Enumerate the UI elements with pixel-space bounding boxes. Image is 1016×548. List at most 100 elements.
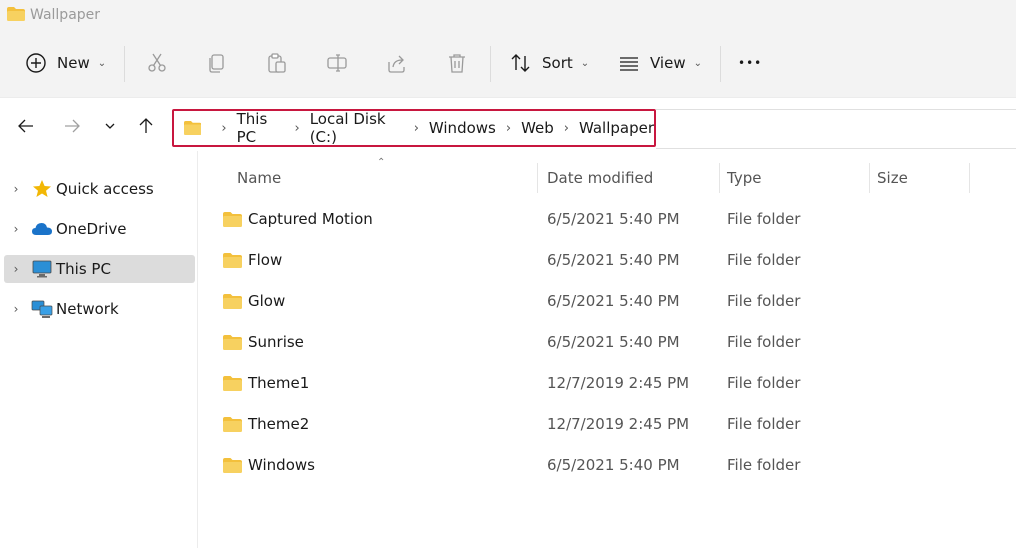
chevron-right-icon[interactable]: › — [414, 121, 419, 136]
chevron-down-icon — [105, 123, 115, 129]
table-row[interactable]: Flow 6/5/2021 5:40 PM File folder — [221, 247, 981, 275]
chevron-down-icon: ⌄ — [693, 57, 702, 69]
file-date-modified: 6/5/2021 5:40 PM — [547, 251, 680, 269]
cloud-icon — [30, 219, 54, 239]
toolbar-divider — [124, 46, 125, 82]
chevron-right-icon[interactable]: › — [6, 302, 26, 316]
arrow-left-icon — [18, 119, 33, 133]
breadcrumb-item[interactable]: Local Disk (C:) — [310, 110, 404, 146]
view-list-icon — [620, 57, 638, 71]
breadcrumb-item[interactable]: This PC — [237, 110, 285, 146]
toolbar-divider — [490, 46, 491, 82]
table-row[interactable]: Theme1 12/7/2019 2:45 PM File folder — [221, 370, 981, 398]
folder-icon — [184, 121, 202, 135]
toolbar-divider — [720, 46, 721, 82]
more-options-button[interactable]: ••• — [738, 40, 762, 86]
file-date-modified: 6/5/2021 5:40 PM — [547, 292, 680, 310]
top-area: Wallpaper New ⌄ Sort ⌄ View ⌄ ••• — [0, 0, 1016, 97]
new-label: New — [57, 54, 90, 72]
folder-icon — [223, 253, 242, 268]
column-divider[interactable] — [869, 163, 870, 193]
rename-icon — [327, 54, 347, 72]
chevron-right-icon: › — [221, 120, 227, 136]
forward-button[interactable] — [61, 115, 83, 137]
file-date-modified: 6/5/2021 5:40 PM — [547, 456, 680, 474]
rename-button[interactable] — [326, 40, 348, 86]
sidebar-item-label: This PC — [56, 260, 111, 278]
chevron-right-icon[interactable]: › — [6, 262, 26, 276]
column-divider[interactable] — [719, 163, 720, 193]
table-row[interactable]: Theme2 12/7/2019 2:45 PM File folder — [221, 411, 981, 439]
sort-label: Sort — [542, 54, 573, 72]
file-type: File folder — [727, 333, 801, 351]
navigation-bar: › This PC › Local Disk (C:) › Windows › … — [0, 97, 1016, 151]
address-bar[interactable]: › This PC › Local Disk (C:) › Windows › … — [172, 109, 656, 147]
column-header-size[interactable]: Size — [877, 161, 908, 195]
folder-icon — [223, 376, 242, 391]
chevron-right-icon[interactable]: › — [295, 121, 300, 136]
column-divider[interactable] — [537, 163, 538, 193]
recent-locations-button[interactable] — [99, 115, 121, 137]
up-button[interactable] — [135, 115, 157, 137]
folder-icon — [223, 212, 242, 227]
command-bar: New ⌄ Sort ⌄ View ⌄ ••• — [0, 40, 1016, 86]
column-header-type[interactable]: Type — [727, 161, 761, 195]
file-list: ⌃ Name Date modified Type Size Captured … — [199, 151, 1016, 548]
sidebar-item-label: Quick access — [56, 180, 154, 198]
table-row[interactable]: Captured Motion 6/5/2021 5:40 PM File fold… — [221, 206, 981, 234]
table-row[interactable]: Windows 6/5/2021 5:40 PM File folder — [221, 452, 981, 480]
file-name: Sunrise — [248, 333, 304, 351]
file-name: Theme2 — [248, 415, 310, 433]
chevron-right-icon[interactable]: › — [6, 182, 26, 196]
sort-icon — [511, 54, 530, 72]
file-type: File folder — [727, 415, 801, 433]
copy-button[interactable] — [206, 40, 228, 86]
new-button[interactable]: New ⌄ — [25, 40, 106, 86]
chevron-down-icon: ⌄ — [580, 57, 590, 69]
table-row[interactable]: Sunrise 6/5/2021 5:40 PM File folder — [221, 329, 981, 357]
arrow-right-icon — [65, 119, 80, 133]
file-date-modified: 12/7/2019 2:45 PM — [547, 374, 690, 392]
sidebar-item-onedrive[interactable]: › OneDrive — [4, 215, 195, 243]
arrow-up-icon — [139, 118, 153, 133]
more-icon: ••• — [738, 56, 763, 70]
breadcrumb-item[interactable]: Windows — [429, 119, 496, 137]
cut-button[interactable] — [146, 40, 168, 86]
chevron-right-icon[interactable]: › — [6, 222, 26, 236]
chevron-right-icon[interactable]: › — [564, 121, 569, 136]
breadcrumb-item[interactable]: Web — [521, 119, 554, 137]
monitor-icon — [30, 259, 54, 279]
column-header-date[interactable]: Date modified — [547, 161, 653, 195]
file-name: Windows — [248, 456, 315, 474]
file-type: File folder — [727, 292, 801, 310]
back-button[interactable] — [15, 115, 37, 137]
file-name: Flow — [248, 251, 283, 269]
network-icon — [30, 299, 54, 319]
view-button[interactable]: View ⌄ — [618, 40, 702, 86]
paste-button[interactable] — [266, 40, 288, 86]
file-name: Captured Motion — [248, 210, 373, 228]
breadcrumb: › This PC › Local Disk (C:) › Windows › … — [184, 110, 654, 146]
sort-button[interactable]: Sort ⌄ — [510, 40, 589, 86]
share-button[interactable] — [386, 40, 408, 86]
sidebar-item-network[interactable]: › Network — [4, 295, 195, 323]
delete-button[interactable] — [446, 40, 468, 86]
scissors-icon — [148, 53, 166, 72]
file-type: File folder — [727, 374, 801, 392]
column-header-name[interactable]: Name — [237, 161, 281, 195]
sort-ascending-icon: ⌃ — [377, 157, 386, 168]
sidebar-item-quick-access[interactable]: › Quick access — [4, 175, 195, 203]
title-bar: Wallpaper — [0, 0, 1016, 32]
folder-icon — [223, 458, 242, 473]
address-bar-extension[interactable] — [656, 109, 1016, 149]
breadcrumb-item[interactable]: Wallpaper — [579, 119, 654, 137]
column-divider[interactable] — [969, 163, 970, 193]
sidebar-item-label: Network — [56, 300, 119, 318]
file-type: File folder — [727, 456, 801, 474]
clipboard-icon — [268, 53, 286, 73]
sidebar-item-this-pc[interactable]: › This PC — [4, 255, 195, 283]
folder-icon — [7, 7, 25, 21]
chevron-right-icon[interactable]: › — [506, 121, 511, 136]
table-row[interactable]: Glow 6/5/2021 5:40 PM File folder — [221, 288, 981, 316]
view-label: View — [650, 54, 686, 72]
